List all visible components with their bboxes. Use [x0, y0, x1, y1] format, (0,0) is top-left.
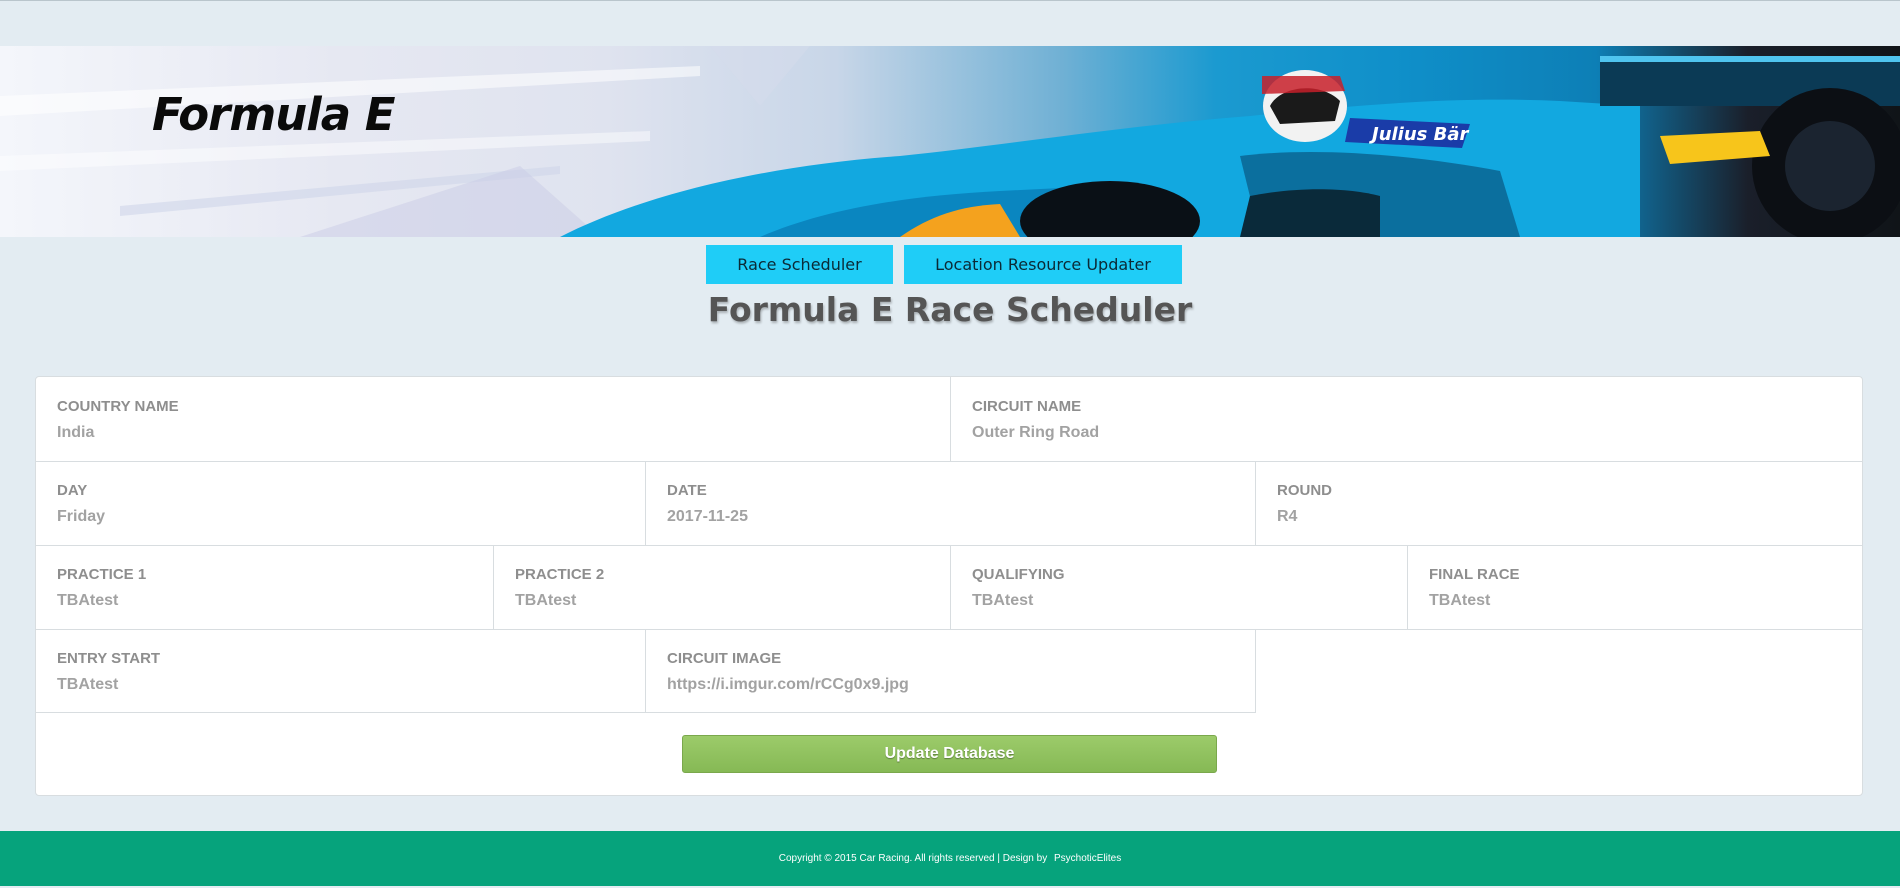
- entry-start-cell: ENTRY START: [36, 629, 646, 713]
- form-row-4: ENTRY START CIRCUIT IMAGE: [36, 629, 1862, 713]
- qualifying-label: QUALIFYING: [972, 566, 1065, 583]
- circuit-name-cell: CIRCUIT NAME: [951, 377, 1862, 461]
- update-database-button[interactable]: Update Database: [682, 735, 1217, 773]
- page-title: Formula E Race Scheduler: [707, 290, 1193, 329]
- day-input[interactable]: [57, 508, 587, 526]
- form-row-3: PRACTICE 1 PRACTICE 2 QUALIFYING FINAL R…: [36, 545, 1862, 630]
- round-input[interactable]: [1277, 508, 1804, 526]
- round-label: ROUND: [1277, 482, 1332, 499]
- circuit-name-input[interactable]: [972, 424, 1773, 442]
- qualifying-input[interactable]: [972, 592, 1364, 610]
- final-race-label: FINAL RACE: [1429, 566, 1520, 583]
- date-label: DATE: [667, 482, 707, 499]
- final-race-input[interactable]: [1429, 592, 1819, 610]
- date-input[interactable]: [667, 508, 1197, 526]
- practice1-label: PRACTICE 1: [57, 566, 147, 583]
- practice2-cell: PRACTICE 2: [494, 545, 951, 629]
- practice2-label: PRACTICE 2: [515, 566, 605, 583]
- circuit-image-label: CIRCUIT IMAGE: [667, 650, 782, 667]
- practice1-input[interactable]: [57, 592, 450, 610]
- date-cell: DATE: [646, 461, 1256, 545]
- nav-location-resource-updater[interactable]: Location Resource Updater: [904, 245, 1182, 284]
- top-border: [0, 0, 1900, 1]
- entry-start-label: ENTRY START: [57, 650, 161, 667]
- practice2-input[interactable]: [515, 592, 907, 610]
- day-cell: DAY: [36, 461, 646, 545]
- practice1-cell: PRACTICE 1: [36, 545, 494, 629]
- round-cell: ROUND: [1256, 461, 1862, 545]
- day-label: DAY: [57, 482, 88, 499]
- designer-link[interactable]: PsychoticElites: [1054, 853, 1121, 864]
- header-banner: Julius Bär Formula E: [0, 46, 1900, 237]
- main-nav: Race Scheduler Location Resource Updater: [706, 245, 1182, 284]
- entry-start-input[interactable]: [57, 676, 587, 694]
- brand-logo: Formula E: [152, 88, 395, 141]
- race-schedule-form: COUNTRY NAME CIRCUIT NAME DAY DATE ROUND…: [35, 376, 1863, 796]
- footer-copyright: Copyright © 2015 Car Racing. All rights …: [778, 853, 1048, 864]
- qualifying-cell: QUALIFYING: [951, 545, 1408, 629]
- country-name-cell: COUNTRY NAME: [36, 377, 951, 461]
- final-race-cell: FINAL RACE: [1408, 545, 1862, 629]
- race-car-banner-image: Julius Bär: [0, 46, 1900, 237]
- country-name-input[interactable]: [57, 424, 861, 442]
- form-row-2: DAY DATE ROUND: [36, 461, 1862, 546]
- form-row-1: COUNTRY NAME CIRCUIT NAME: [36, 377, 1862, 462]
- svg-text:Julius Bär: Julius Bär: [1369, 124, 1470, 145]
- country-name-label: COUNTRY NAME: [57, 398, 179, 415]
- circuit-image-input[interactable]: [667, 676, 1197, 694]
- footer: Copyright © 2015 Car Racing. All rights …: [0, 831, 1900, 886]
- circuit-image-cell: CIRCUIT IMAGE: [646, 629, 1256, 713]
- nav-race-scheduler[interactable]: Race Scheduler: [706, 245, 893, 284]
- circuit-name-label: CIRCUIT NAME: [972, 398, 1082, 415]
